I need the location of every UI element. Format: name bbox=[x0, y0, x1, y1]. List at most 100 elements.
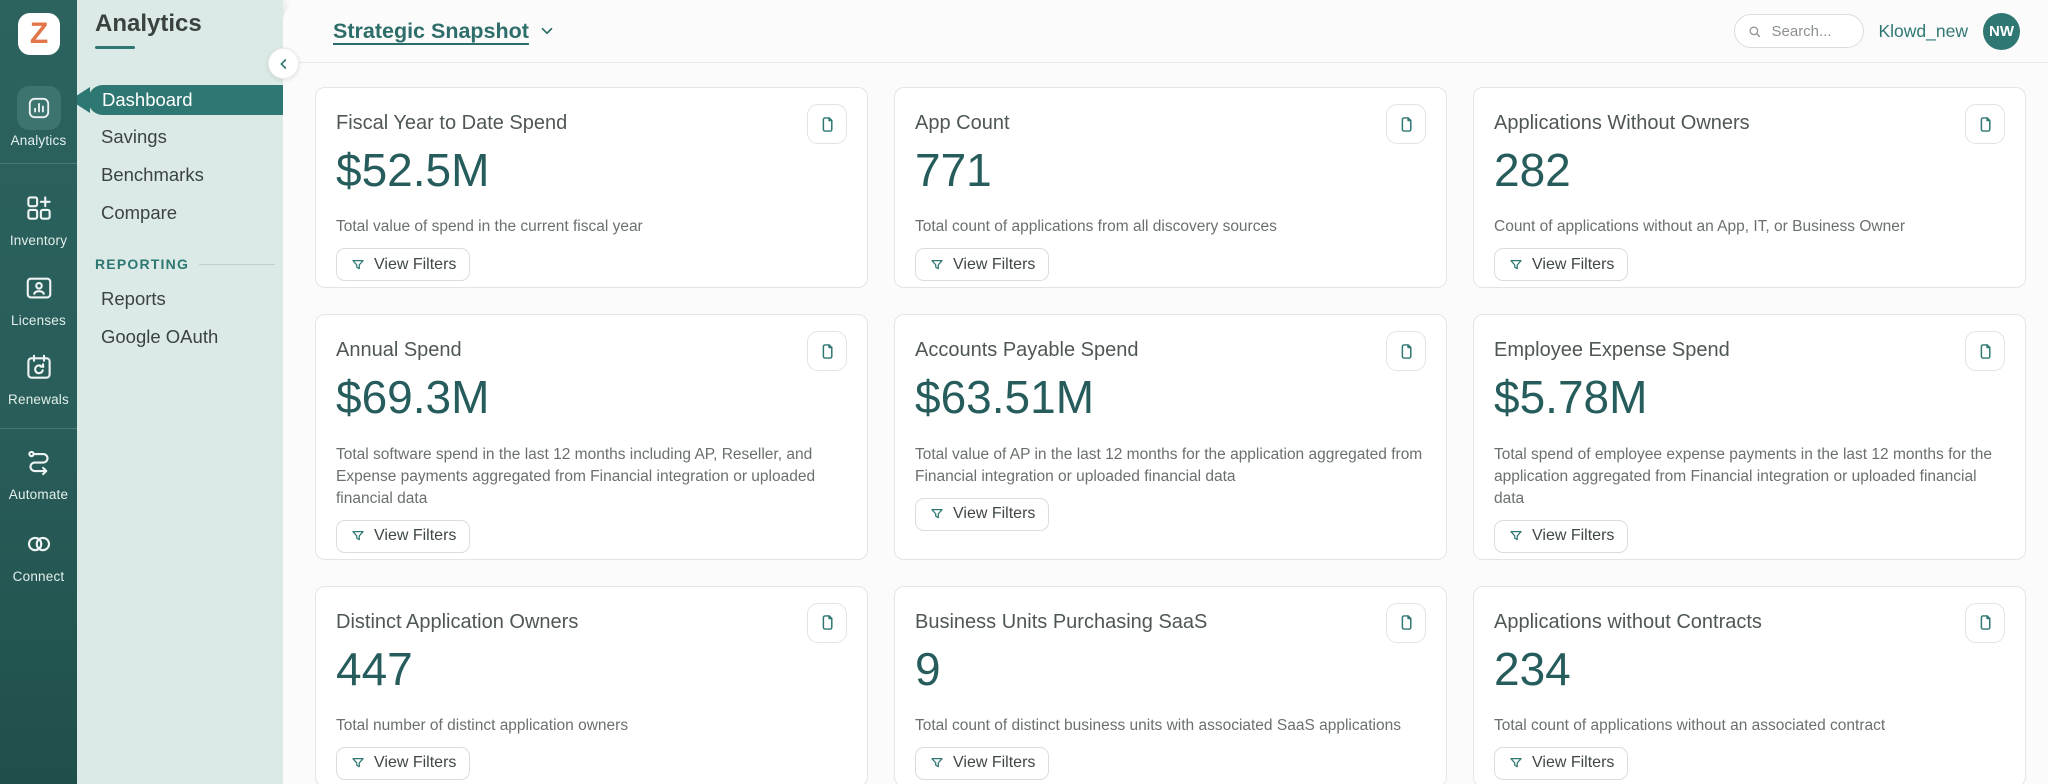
metric-card-applications-without-owners: Applications Without Owners 282 Count of… bbox=[1473, 87, 2026, 289]
reporting-section-label: REPORTING bbox=[95, 256, 190, 272]
header-right: Klowd_new NW bbox=[1733, 12, 2020, 50]
rail-item-automate[interactable]: Automate bbox=[0, 440, 77, 502]
rail-item-renewals[interactable]: Renewals bbox=[0, 345, 77, 407]
export-report-button[interactable] bbox=[1965, 331, 2005, 372]
card-title: Annual Spend bbox=[336, 339, 462, 362]
rail-item-connect[interactable]: Connect bbox=[0, 522, 77, 584]
card-value: 282 bbox=[1494, 144, 1571, 196]
document-icon bbox=[817, 612, 838, 633]
view-filters-button[interactable]: View Filters bbox=[336, 746, 471, 780]
card-title: Applications without Contracts bbox=[1494, 610, 1762, 633]
metric-card-business-units-purchasing-saas: Business Units Purchasing SaaS 9 Total c… bbox=[894, 585, 1447, 784]
view-filters-button[interactable]: View Filters bbox=[336, 248, 471, 282]
funnel-icon bbox=[1508, 528, 1524, 544]
document-icon bbox=[1396, 114, 1417, 135]
rail-item-label: Automate bbox=[8, 487, 69, 502]
view-filters-button[interactable]: View Filters bbox=[336, 519, 471, 553]
rail-item-inventory[interactable]: Inventory bbox=[0, 186, 77, 248]
funnel-icon bbox=[1508, 257, 1524, 273]
search-box[interactable] bbox=[1733, 14, 1864, 48]
metric-card-annual-spend: Annual Spend $69.3M Total software spend… bbox=[315, 314, 868, 560]
app-logo[interactable]: Z bbox=[18, 13, 60, 55]
card-value: 9 bbox=[915, 642, 941, 695]
view-filters-button[interactable]: View Filters bbox=[1494, 248, 1629, 282]
export-report-button[interactable] bbox=[807, 104, 847, 144]
view-filters-button[interactable]: View Filters bbox=[1494, 746, 1629, 780]
sidebar-collapse-button[interactable] bbox=[268, 48, 299, 79]
rail-item-label: Connect bbox=[12, 569, 65, 584]
view-filters-label: View Filters bbox=[1532, 255, 1615, 273]
view-filters-button[interactable]: View Filters bbox=[915, 497, 1050, 531]
rail-item-analytics[interactable]: Analytics bbox=[0, 86, 77, 148]
rail-item-label: Analytics bbox=[10, 133, 67, 148]
rail-item-licenses[interactable]: Licenses bbox=[0, 266, 77, 328]
view-filters-label: View Filters bbox=[1532, 527, 1615, 545]
funnel-icon bbox=[929, 755, 945, 771]
export-report-button[interactable] bbox=[1386, 104, 1426, 144]
sidebar-item-dashboard[interactable]: Dashboard bbox=[88, 85, 283, 115]
funnel-icon bbox=[1508, 755, 1524, 771]
card-title: Employee Expense Spend bbox=[1494, 339, 1730, 362]
card-description: Count of applications without an App, IT… bbox=[1494, 218, 1905, 236]
funnel-icon bbox=[350, 257, 366, 273]
sidebar-title: Analytics bbox=[95, 10, 202, 37]
workspace-name[interactable]: Klowd_new bbox=[1879, 21, 1969, 42]
card-title: Applications Without Owners bbox=[1494, 112, 1750, 134]
card-title: Fiscal Year to Date Spend bbox=[336, 112, 568, 134]
section-divider bbox=[199, 263, 275, 265]
metric-cards-grid: Fiscal Year to Date Spend $52.5M Total v… bbox=[283, 63, 2048, 784]
primary-sidebar: Z Analytics Inventory Licenses Renewals Auto… bbox=[0, 0, 77, 784]
export-report-button[interactable] bbox=[807, 331, 847, 372]
document-icon bbox=[817, 341, 838, 362]
document-icon bbox=[1975, 114, 1996, 135]
document-icon bbox=[1396, 341, 1417, 362]
renewals-icon bbox=[24, 352, 54, 382]
metric-card-employee-expense-spend: Employee Expense Spend $5.78M Total spen… bbox=[1473, 314, 2026, 560]
connect-icon bbox=[24, 529, 54, 559]
sidebar-item-benchmarks[interactable]: Benchmarks bbox=[77, 160, 283, 190]
sidebar-item-google-oauth[interactable]: Google OAuth bbox=[77, 322, 283, 352]
avatar[interactable]: NW bbox=[1983, 12, 2020, 50]
card-description: Total software spend in the last 12 mont… bbox=[336, 445, 816, 507]
chevron-down-icon bbox=[538, 22, 556, 40]
rail-divider bbox=[0, 428, 77, 429]
sidebar-item-compare[interactable]: Compare bbox=[77, 198, 283, 228]
metric-card-accounts-payable-spend: Accounts Payable Spend $63.51M Total val… bbox=[894, 314, 1447, 560]
card-value: 771 bbox=[915, 144, 992, 196]
funnel-icon bbox=[350, 528, 366, 544]
reporting-section-header: REPORTING bbox=[95, 256, 275, 272]
main-content: Strategic Snapshot Klowd_new NW bbox=[283, 0, 2048, 784]
metric-card-fiscal-year-to-date-spend: Fiscal Year to Date Spend $52.5M Total v… bbox=[315, 87, 868, 289]
card-value: $69.3M bbox=[336, 371, 490, 424]
document-icon bbox=[1975, 612, 1996, 633]
card-value: $52.5M bbox=[336, 144, 490, 196]
export-report-button[interactable] bbox=[1386, 331, 1426, 372]
card-description: Total count of applications without an a… bbox=[1494, 716, 1886, 734]
secondary-sidebar: Analytics Dashboard Savings Benchmarks Comp… bbox=[77, 0, 283, 784]
sidebar-item-reports[interactable]: Reports bbox=[77, 284, 283, 314]
view-filters-button[interactable]: View Filters bbox=[915, 248, 1050, 282]
view-filters-button[interactable]: View Filters bbox=[1494, 519, 1629, 553]
card-value: 447 bbox=[336, 642, 413, 695]
card-value: $63.51M bbox=[915, 371, 1095, 424]
main-header: Strategic Snapshot Klowd_new NW bbox=[283, 0, 2048, 63]
view-filters-label: View Filters bbox=[374, 527, 457, 545]
automate-icon bbox=[24, 447, 54, 477]
sidebar-item-savings[interactable]: Savings bbox=[77, 122, 283, 152]
licenses-icon bbox=[24, 273, 54, 303]
search-input[interactable] bbox=[1769, 21, 1850, 41]
view-filters-label: View Filters bbox=[1532, 754, 1615, 772]
dashboard-selector[interactable]: Strategic Snapshot bbox=[333, 19, 556, 44]
metric-card-distinct-application-owners: Distinct Application Owners 447 Total nu… bbox=[315, 585, 868, 784]
view-filters-label: View Filters bbox=[953, 754, 1036, 772]
rail-item-label: Inventory bbox=[9, 233, 68, 248]
card-description: Total count of applications from all dis… bbox=[915, 218, 1277, 236]
export-report-button[interactable] bbox=[1965, 104, 2005, 144]
view-filters-button[interactable]: View Filters bbox=[915, 746, 1050, 780]
export-report-button[interactable] bbox=[807, 602, 847, 643]
view-filters-label: View Filters bbox=[374, 255, 457, 273]
export-report-button[interactable] bbox=[1965, 602, 2005, 643]
card-title: Distinct Application Owners bbox=[336, 610, 579, 633]
logo-letter: Z bbox=[29, 17, 49, 50]
export-report-button[interactable] bbox=[1386, 602, 1426, 643]
